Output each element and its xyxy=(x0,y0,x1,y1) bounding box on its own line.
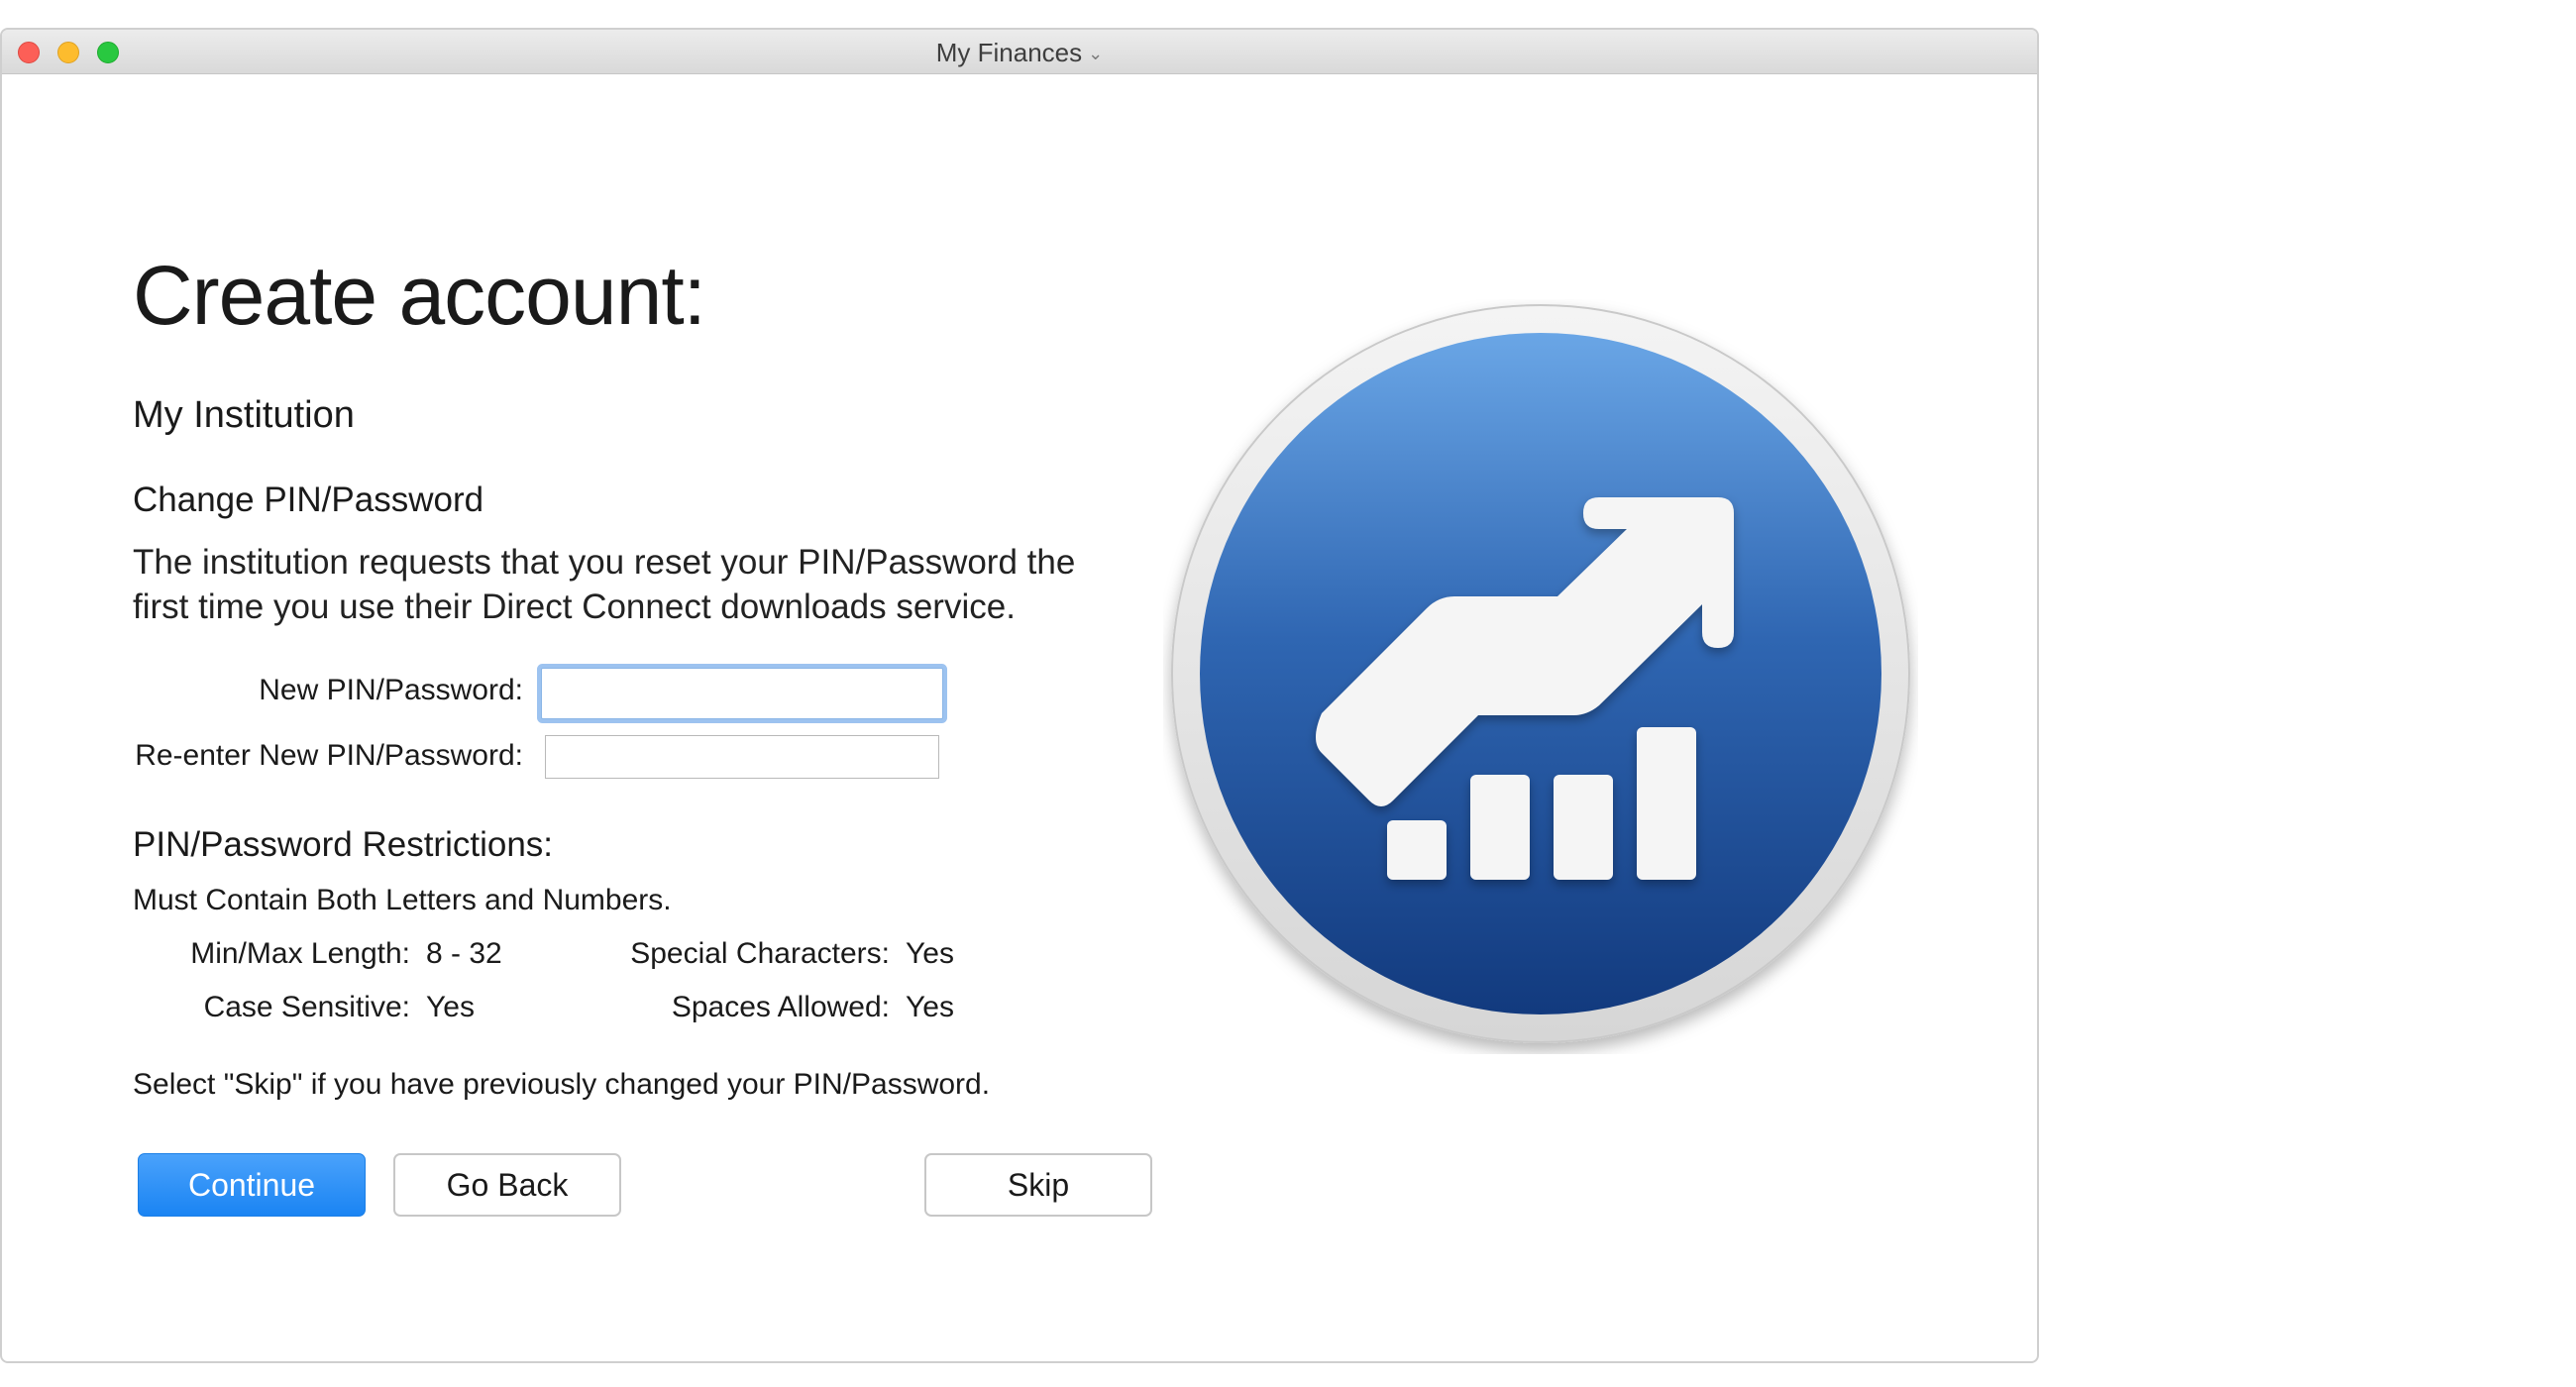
institution-name: My Institution xyxy=(133,394,355,436)
window-title-text: My Finances xyxy=(935,38,1083,67)
restriction-value: Yes xyxy=(426,991,475,1023)
app-window: My Finances ⌄ Create account: My Institut… xyxy=(0,28,2039,1363)
new-password-label: New PIN/Password: xyxy=(259,674,523,706)
reenter-password-label: Re-enter New PIN/Password: xyxy=(135,739,523,772)
new-password-field[interactable] xyxy=(541,668,943,719)
title-bar[interactable]: My Finances ⌄ xyxy=(2,30,2037,74)
restrictions-subtitle: Must Contain Both Letters and Numbers. xyxy=(133,884,672,916)
skip-note: Select "Skip" if you have previously cha… xyxy=(133,1068,991,1101)
finance-growth-icon xyxy=(1171,304,1910,1043)
restriction-min-max-length: Min/Max Length: 8 - 32 xyxy=(133,937,502,971)
restriction-key: Special Characters: xyxy=(630,937,890,970)
restriction-special-characters: Special Characters: Yes xyxy=(557,937,954,971)
restriction-spaces-allowed: Spaces Allowed: Yes xyxy=(557,991,954,1024)
reenter-password-field[interactable] xyxy=(545,735,939,779)
restrictions-title: PIN/Password Restrictions: xyxy=(133,825,554,864)
skip-button[interactable]: Skip xyxy=(924,1153,1152,1217)
page-title: Create account: xyxy=(133,249,706,342)
restriction-key: Spaces Allowed: xyxy=(671,991,890,1023)
restriction-key: Case Sensitive: xyxy=(203,991,410,1023)
go-back-button[interactable]: Go Back xyxy=(393,1153,621,1217)
section-title: Change PIN/Password xyxy=(133,480,484,519)
chevron-down-icon: ⌄ xyxy=(1088,44,1104,63)
restriction-value: 8 - 32 xyxy=(426,937,502,970)
window-title[interactable]: My Finances ⌄ xyxy=(2,38,2037,68)
restriction-key: Min/Max Length: xyxy=(190,937,410,970)
description-text: The institution requests that you reset … xyxy=(133,543,1076,626)
restriction-value: Yes xyxy=(906,991,954,1023)
continue-button[interactable]: Continue xyxy=(138,1153,366,1217)
restriction-case-sensitive: Case Sensitive: Yes xyxy=(133,991,475,1024)
restriction-value: Yes xyxy=(906,937,954,970)
